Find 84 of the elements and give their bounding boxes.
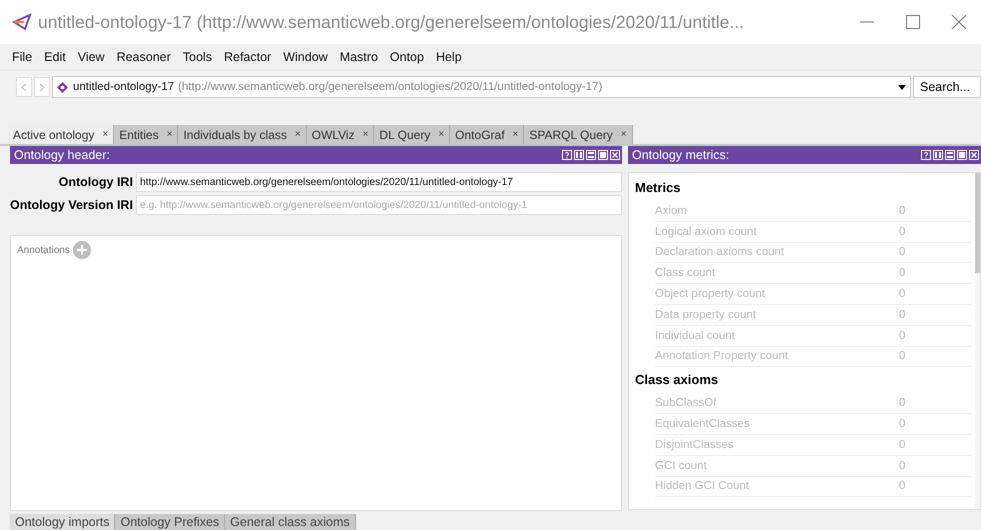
menu-item[interactable]: Help — [430, 50, 468, 64]
tab[interactable]: SPARQL Query × — [524, 125, 633, 144]
metric-value: 0 — [899, 308, 906, 321]
close-icon[interactable] — [969, 150, 979, 160]
section-heading: Class axioms — [635, 371, 720, 390]
tab[interactable]: OWLViz × — [306, 125, 374, 144]
menu-item[interactable]: Tools — [176, 50, 218, 64]
metric-value: 0 — [899, 330, 906, 342]
logo-icon — [12, 13, 32, 31]
metric-value: 0 — [899, 267, 906, 280]
help-icon[interactable] — [921, 150, 931, 160]
menu-item[interactable]: Edit — [38, 50, 72, 64]
close-icon[interactable]: × — [512, 129, 518, 140]
float-icon[interactable] — [957, 150, 967, 160]
split-vertical-icon[interactable] — [574, 150, 584, 160]
split-horizontal-icon[interactable] — [586, 150, 596, 160]
metric-value: 0 — [899, 246, 906, 258]
metric-name: Axiom — [655, 204, 688, 217]
text-field[interactable]: e.g. http://www.semanticweb.org/generelseem/ontologies/2020/11/untitled-ontology-1 — [136, 195, 622, 215]
menu-item[interactable]: View — [72, 50, 111, 64]
float-icon[interactable] — [598, 150, 608, 160]
metric-name: Data property count — [655, 308, 758, 321]
metric-value: 0 — [899, 460, 906, 472]
field-label: Ontology IRI — [58, 175, 133, 189]
metric-name: GCI count — [655, 460, 708, 472]
text-field[interactable]: http://www.semanticweb.org/generelseem/ontologies/2020/11/untitled-ontology-17 — [136, 172, 622, 192]
metric-value: 0 — [899, 288, 906, 300]
close-icon[interactable]: × — [102, 129, 108, 140]
search-field[interactable]: Search... — [913, 76, 981, 98]
metric-name: EquivalentClasses — [655, 418, 751, 430]
window-title: untitled-ontology-17 (http://www.semanticweb.org/generelseem/ontologies/2020/11/untitle... — [38, 12, 745, 32]
panel-title: Ontology header: — [14, 148, 111, 162]
close-icon[interactable]: × — [362, 129, 368, 140]
metric-value: 0 — [899, 350, 906, 362]
diamond-icon — [57, 82, 68, 92]
menu-item[interactable]: Mastro — [334, 50, 384, 64]
split-horizontal-icon[interactable] — [945, 150, 955, 160]
metric-value: 0 — [899, 226, 906, 238]
add-icon — [72, 241, 91, 259]
tab[interactable]: General class axioms — [225, 514, 356, 530]
metric-name: SubClassOf — [655, 397, 718, 410]
menu-item[interactable]: Reasoner — [110, 50, 177, 64]
close-icon[interactable]: × — [438, 129, 444, 140]
close-icon — [950, 14, 966, 30]
menu-item[interactable]: Ontop — [384, 50, 430, 64]
metric-value: 0 — [899, 480, 906, 492]
menu-item[interactable]: Window — [277, 50, 334, 64]
dropdown-icon — [898, 84, 906, 90]
chevron-right-icon — [39, 82, 45, 92]
menu-item[interactable]: File — [6, 50, 38, 64]
scrollbar-thumb[interactable] — [975, 173, 980, 273]
menu-item[interactable]: Refactor — [218, 50, 278, 64]
panel-title: Ontology metrics: — [632, 148, 730, 162]
close-icon[interactable]: × — [294, 129, 301, 140]
metric-value: 0 — [899, 204, 906, 217]
minimize-icon — [858, 21, 874, 23]
tab[interactable]: DL Query × — [374, 125, 450, 144]
ontology-selector[interactable]: untitled-ontology-17 (http://www.semanticweb.org/generelseem/ontologies/2020/11/untitled-ontology-17) — [52, 76, 911, 98]
close-icon[interactable]: × — [166, 129, 172, 140]
metric-name: Logical axiom count — [655, 226, 758, 238]
close-icon[interactable] — [610, 150, 620, 160]
metric-name: Annotation Property count — [655, 350, 789, 362]
metric-value: 0 — [899, 418, 906, 430]
metric-name: Individual count — [655, 330, 736, 342]
metric-value: 0 — [899, 397, 906, 410]
section-label: Annotations — [17, 244, 70, 256]
close-icon[interactable]: × — [620, 129, 627, 140]
help-icon[interactable] — [562, 150, 572, 160]
tab[interactable]: Individuals by class × — [178, 125, 307, 144]
tab[interactable]: Ontology imports — [10, 514, 116, 530]
metric-name: DisjointClasses — [655, 438, 735, 451]
field-label: Ontology Version IRI — [10, 198, 133, 212]
metric-name: Hidden GCI Count — [655, 480, 750, 492]
tab[interactable]: OntoGraf × — [450, 125, 524, 144]
metric-name: Class count — [655, 267, 716, 280]
split-vertical-icon[interactable] — [933, 150, 943, 160]
tab[interactable]: Entities × — [114, 125, 178, 144]
metric-name: Declaration axioms count — [655, 246, 786, 258]
tab[interactable]: Ontology Prefixes — [115, 514, 226, 530]
chevron-left-icon — [21, 82, 27, 92]
metric-value: 0 — [899, 438, 906, 451]
maximize-icon — [904, 14, 920, 30]
section-heading: Metrics — [635, 179, 682, 197]
metric-name: Object property count — [655, 288, 766, 300]
